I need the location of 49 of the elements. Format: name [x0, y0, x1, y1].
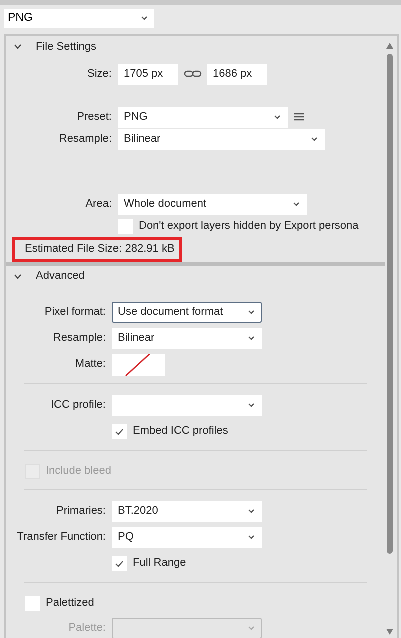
field-label: Transfer Function:: [16, 530, 106, 546]
checkbox[interactable]: [112, 424, 127, 439]
field-label: Matte:: [74, 357, 106, 372]
caret-icon: [248, 403, 255, 408]
width-field[interactable]: 1705 px: [118, 64, 178, 84]
caret-icon: [248, 535, 255, 540]
field-label: Preset:: [76, 110, 112, 125]
checkbox-label[interactable]: Full Range: [133, 555, 186, 572]
check-icon: [115, 560, 124, 568]
caret-icon: [248, 509, 255, 514]
field-label: Primaries:: [55, 504, 106, 520]
dropdown[interactable]: Use document format: [112, 302, 262, 323]
dropdown[interactable]: Whole document: [118, 194, 307, 214]
file-size-text: Estimated File Size: 282.91 kB: [12, 237, 182, 262]
field-label: Resample:: [58, 132, 112, 147]
checkbox-label[interactable]: Don't export layers hidden by Export persona: [139, 218, 359, 234]
height-field[interactable]: 1686 px: [207, 64, 267, 84]
field-label: ICC profile:: [50, 398, 106, 414]
caret-icon: [311, 136, 318, 142]
section-title[interactable]: Advanced: [36, 268, 85, 285]
dropdown[interactable]: Bilinear: [112, 328, 262, 349]
caret-icon: [141, 16, 148, 21]
field-label: Size:: [86, 66, 112, 82]
dropdown[interactable]: PQ: [112, 527, 262, 548]
field-label: Palette:: [68, 621, 106, 636]
checkbox[interactable]: [118, 218, 133, 234]
checkbox[interactable]: [25, 596, 40, 611]
link-icon[interactable]: [184, 70, 202, 78]
color-swatch[interactable]: [112, 354, 165, 376]
dropdown[interactable]: Bilinear: [118, 128, 325, 150]
field-label: Area:: [84, 196, 112, 212]
caret-icon: [248, 336, 255, 341]
caret-icon: [248, 310, 255, 315]
dropdown[interactable]: PNG: [118, 106, 288, 128]
check-icon: [115, 428, 124, 436]
caret-icon: [274, 114, 281, 120]
field-label: Pixel format:: [44, 305, 106, 320]
field-label: Resample:: [52, 331, 106, 346]
format-dropdown[interactable]: PNG: [4, 9, 154, 28]
checkbox-label[interactable]: Embed ICC profiles: [133, 423, 228, 440]
chevron-icon[interactable]: [14, 44, 22, 50]
chevron-icon[interactable]: [14, 274, 22, 280]
caret-icon: [293, 202, 300, 206]
checkbox[interactable]: [112, 556, 127, 571]
section-title[interactable]: File Settings: [36, 38, 97, 56]
menu-icon[interactable]: [294, 113, 304, 121]
caret-icon: [248, 626, 255, 631]
checkbox-label[interactable]: Palettized: [46, 595, 94, 612]
dropdown[interactable]: BT.2020: [112, 501, 262, 522]
